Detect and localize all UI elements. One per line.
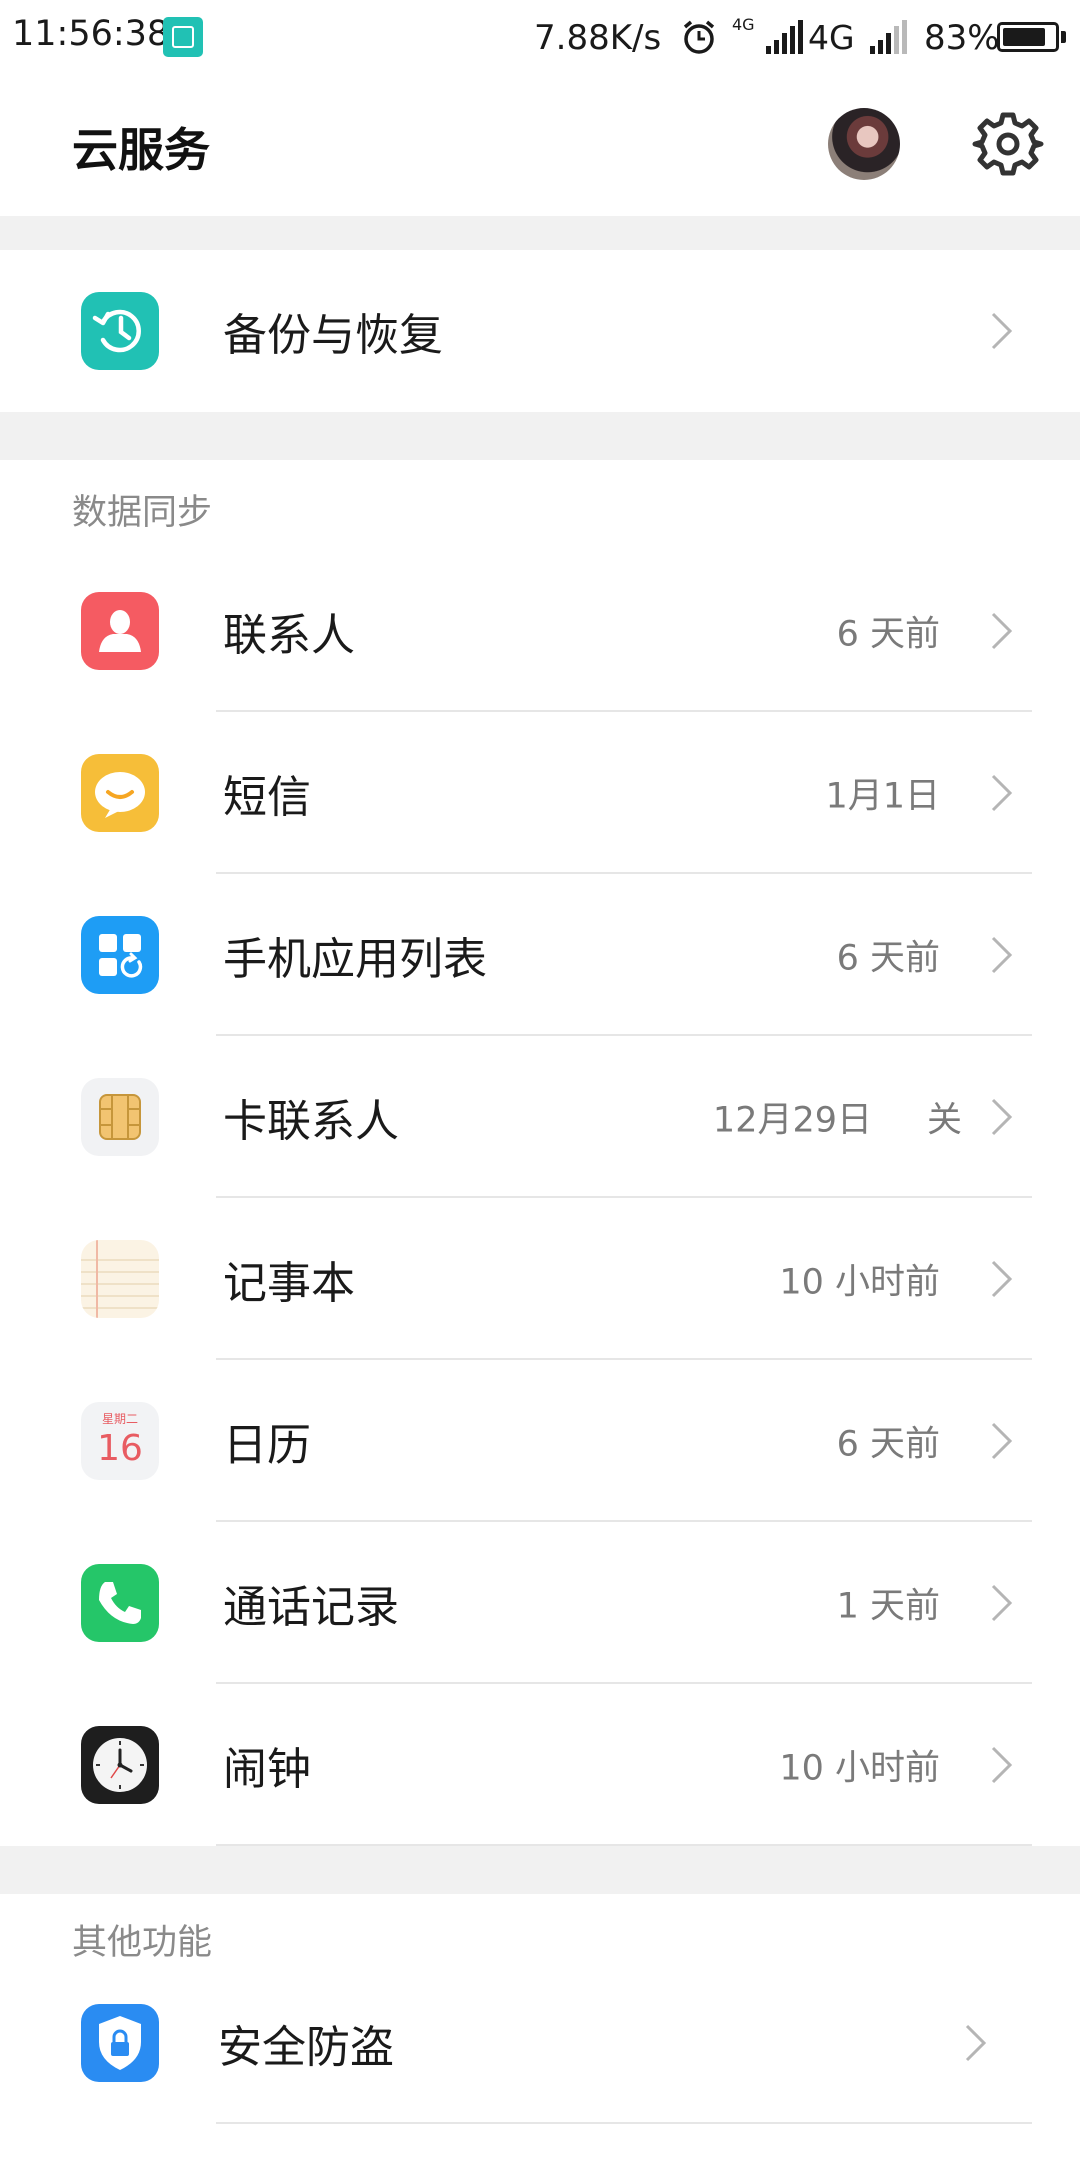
chevron-right-icon — [991, 1422, 1013, 1460]
chevron-right-icon — [991, 774, 1013, 812]
alarm-icon — [683, 20, 715, 54]
apps-icon — [81, 916, 159, 994]
sync-item-call-log[interactable]: 通话记录 1 天前 — [0, 1522, 1080, 1684]
sync-item-calendar[interactable]: 星期二 16 日历 6 天前 — [0, 1360, 1080, 1522]
chevron-right-icon — [991, 1098, 1013, 1136]
data-sync-title: 数据同步 — [72, 493, 213, 533]
signal-icon — [766, 20, 803, 54]
sync-item-status: 1月1日 — [825, 776, 940, 817]
sync-item-status: 12月29日 — [712, 1100, 872, 1141]
battery-icon — [997, 22, 1059, 52]
backup-restore-row[interactable]: 备份与恢复 — [0, 250, 1080, 412]
sync-item-app-list[interactable]: 手机应用列表 6 天前 — [0, 874, 1080, 1036]
calendar-icon: 星期二 16 — [81, 1402, 159, 1480]
backup-label: 备份与恢复 — [223, 310, 443, 361]
status-time: 11:56:38 — [12, 14, 170, 54]
sync-item-contacts[interactable]: 联系人 6 天前 — [0, 550, 1080, 712]
other-item-security[interactable]: 安全防盗 — [0, 1962, 1080, 2124]
sync-item-notes[interactable]: 记事本 10 小时前 — [0, 1198, 1080, 1360]
calendar-icon-weekday: 星期二 — [101, 1412, 138, 1426]
sync-item-label: 通话记录 — [223, 1582, 399, 1633]
calendar-icon-day: 16 — [97, 1428, 143, 1469]
backup-icon — [81, 292, 159, 370]
phone-icon — [81, 1564, 159, 1642]
screenshot-icon — [163, 17, 203, 57]
battery-percent: 83% — [924, 18, 1000, 58]
sync-item-status: 6 天前 — [836, 614, 940, 655]
page-title: 云服务 — [72, 123, 210, 177]
sync-item-status: 10 小时前 — [779, 1262, 940, 1303]
sync-item-sms[interactable]: 短信 1月1日 — [0, 712, 1080, 874]
chevron-right-icon — [991, 1260, 1013, 1298]
chevron-right-icon — [991, 312, 1013, 350]
chevron-right-icon — [991, 1584, 1013, 1622]
data-sync-section: 数据同步 联系人 6 天前 短信 1月1日 手机应用列表 6 天前 卡联系人 1… — [0, 460, 1080, 1846]
backup-section: 备份与恢复 — [0, 250, 1080, 412]
notes-icon — [81, 1240, 159, 1318]
chevron-right-icon — [991, 936, 1013, 974]
sync-item-label: 短信 — [223, 772, 311, 823]
shield-icon — [81, 2004, 159, 2082]
clock-icon — [81, 1726, 159, 1804]
other-item-label: 安全防盗 — [218, 2022, 394, 2073]
section-gap — [0, 412, 1080, 460]
avatar[interactable] — [828, 108, 900, 180]
section-gap — [0, 1846, 1080, 1894]
chevron-right-icon — [965, 2024, 987, 2062]
other-features-title: 其他功能 — [72, 1923, 213, 1963]
chevron-right-icon — [991, 612, 1013, 650]
sync-item-label: 记事本 — [223, 1258, 355, 1309]
sync-item-label: 闹钟 — [223, 1744, 311, 1795]
network-type-small: 4G — [732, 15, 755, 34]
sync-item-status: 10 小时前 — [779, 1748, 940, 1789]
sync-toggle-state[interactable]: 关 — [927, 1092, 962, 1143]
sync-item-label: 卡联系人 — [223, 1096, 399, 1147]
section-gap — [0, 216, 1080, 250]
sync-item-status: 6 天前 — [836, 938, 940, 979]
sync-item-label: 联系人 — [223, 610, 355, 661]
sms-icon — [81, 754, 159, 832]
sync-item-sim-contacts[interactable]: 卡联系人 12月29日 关 — [0, 1036, 1080, 1198]
status-bar: 11:56:38 7.88K/s 4G 4G 83% — [0, 0, 1080, 78]
network-type: 4G — [808, 18, 855, 57]
sync-item-alarm[interactable]: 闹钟 10 小时前 — [0, 1684, 1080, 1846]
gear-icon[interactable] — [970, 106, 1046, 182]
contacts-icon — [81, 592, 159, 670]
sync-item-status: 6 天前 — [836, 1424, 940, 1465]
network-speed: 7.88K/s — [534, 18, 662, 58]
signal-icon-2 — [870, 20, 907, 54]
app-header: 云服务 — [0, 78, 1080, 216]
divider — [216, 2122, 1032, 2124]
other-features-section: 其他功能 安全防盗 — [0, 1894, 1080, 2160]
battery-tip — [1061, 31, 1066, 43]
sync-item-status: 1 天前 — [836, 1586, 940, 1627]
sim-card-icon — [81, 1078, 159, 1156]
sync-item-label: 手机应用列表 — [223, 934, 487, 985]
chevron-right-icon — [991, 1746, 1013, 1784]
sync-item-label: 日历 — [223, 1420, 311, 1471]
